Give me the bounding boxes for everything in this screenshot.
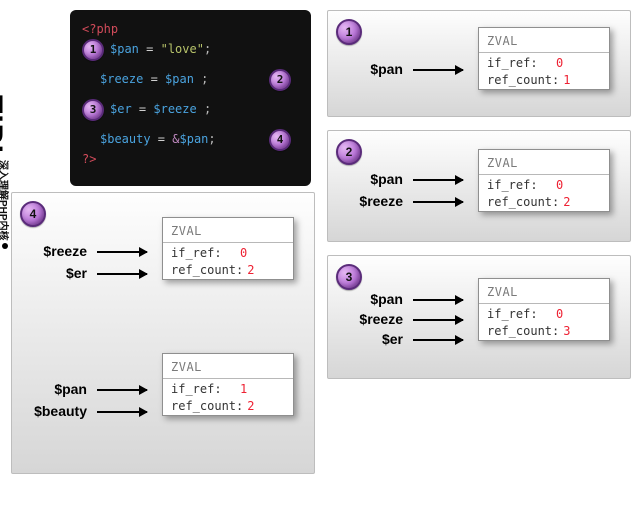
arrow-icon [97,273,147,275]
panel-step-1: 1 $pan ZVAL if_ref: 0 ref_count:1 [327,10,631,117]
arrow-icon [413,201,463,203]
p2-var-reeze: $reeze [336,193,403,209]
p2-var-pan: $pan [348,171,403,187]
p2-zval: ZVAL if_ref: 0 ref_count:2 [478,149,610,212]
brand-sub: 深入理解PHP内核 Thinking In PHP Internal [0,160,8,268]
zval-title: ZVAL [163,218,293,242]
p4-zval-1: ZVAL if_ref: 0 ref_count:2 [162,217,294,280]
arrow-icon [413,69,463,71]
p3-var-er: $er [358,331,403,347]
p4-zval-2: ZVAL if_ref: 1 ref_count:2 [162,353,294,416]
code-bubble-2: 2 [269,69,291,91]
code-var-pan: $pan [110,42,139,56]
arrow-icon [97,251,147,253]
panel-2-bubble: 2 [336,139,362,165]
p3-var-reeze: $reeze [336,311,403,327]
brand: TIPI 深入理解PHP内核 Thinking In PHP Internal [0,95,8,268]
panel-step-3: 3 $pan $reeze $er ZVAL if_ref: 0 ref_cou… [327,255,631,379]
p1-var-pan: $pan [348,61,403,77]
arrow-icon [413,319,463,321]
code-var-reeze: $reeze [100,72,143,86]
arrow-icon [413,339,463,341]
code-var-er: $er [110,102,132,116]
panel-1-bubble: 1 [336,19,362,45]
code-bubble-1: 1 [82,39,104,61]
p3-zval: ZVAL if_ref: 0 ref_count:3 [478,278,610,341]
arrow-icon [413,299,463,301]
panel-3-bubble: 3 [336,264,362,290]
brand-dot-icon [2,243,8,249]
code-block: <?php 1 $pan = "love"; $reeze = $pan ; 2… [70,10,311,186]
panel-step-2: 2 $pan $reeze ZVAL if_ref: 0 ref_count:2 [327,130,631,242]
zval-title: ZVAL [163,354,293,378]
p3-var-pan: $pan [348,291,403,307]
zval-title: ZVAL [479,150,609,174]
p4-var-pan: $pan [32,381,87,397]
panel-step-4: 4 $reeze $er ZVAL if_ref: 0 ref_count:2 … [11,192,315,474]
brand-sub1: 深入理解PHP内核 [0,160,8,241]
code-var-beauty: $beauty [100,132,151,146]
p4-var-beauty: $beauty [12,403,87,419]
zval-title: ZVAL [479,28,609,52]
p4-var-reeze: $reeze [20,243,87,259]
p4-var-er: $er [42,265,87,281]
zval-title: ZVAL [479,279,609,303]
php-close-tag: ?> [82,150,96,170]
arrow-icon [97,389,147,391]
brand-main: TIPI [0,95,8,154]
arrow-icon [97,411,147,413]
php-open-tag: <?php [82,20,118,40]
code-bubble-3: 3 [82,99,104,121]
panel-4-bubble: 4 [20,201,46,227]
arrow-icon [413,179,463,181]
code-bubble-4: 4 [269,129,291,151]
p1-zval: ZVAL if_ref: 0 ref_count:1 [478,27,610,90]
